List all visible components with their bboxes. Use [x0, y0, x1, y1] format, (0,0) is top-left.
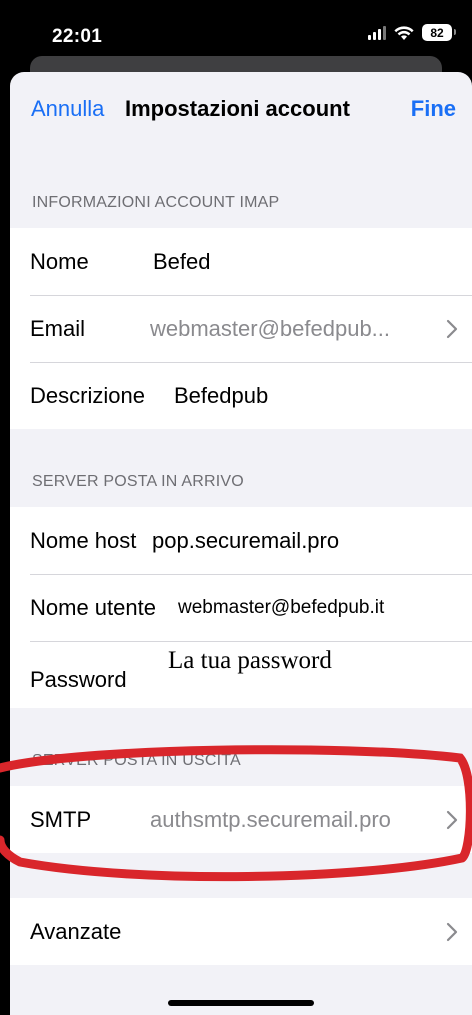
page-title: Impostazioni account — [125, 96, 350, 121]
battery-icon: 82 — [422, 24, 456, 41]
description-label: Descrizione — [30, 382, 145, 408]
cellular-signal-icon — [368, 25, 386, 40]
account-settings-sheet: Annulla Impostazioni account Fine INFORM… — [10, 72, 472, 1015]
email-row[interactable]: Email webmaster@befedpub... — [10, 295, 472, 362]
chevron-right-icon — [446, 319, 458, 338]
status-time: 22:01 — [52, 26, 103, 47]
host-value[interactable]: pop.securemail.pro — [152, 528, 339, 554]
email-label: Email — [30, 315, 86, 341]
description-value[interactable]: Befedpub — [174, 383, 268, 409]
wifi-icon — [394, 25, 414, 40]
username-row[interactable]: Nome utente webmaster@befedpub.it — [10, 574, 472, 641]
incoming-section-header: SERVER POSTA IN ARRIVO — [32, 473, 244, 490]
username-label: Nome utente — [30, 594, 156, 620]
name-value[interactable]: Befed — [153, 249, 211, 275]
host-row[interactable]: Nome host pop.securemail.pro — [10, 507, 472, 574]
description-row[interactable]: Descrizione Befedpub — [10, 362, 472, 429]
advanced-row[interactable]: Avanzate — [10, 898, 472, 965]
done-button[interactable]: Fine — [411, 96, 456, 122]
imap-section-header: INFORMAZIONI ACCOUNT IMAP — [32, 194, 280, 211]
host-label: Nome host — [30, 527, 137, 553]
outgoing-section-header: SERVER POSTA IN USCITA — [32, 752, 241, 769]
advanced-group: Avanzate — [10, 898, 472, 965]
email-value: webmaster@befedpub... — [150, 315, 391, 341]
password-label: Password — [30, 667, 127, 692]
incoming-server-group: Nome host pop.securemail.pro Nome utente… — [10, 507, 472, 708]
name-row[interactable]: Nome Befed — [10, 228, 472, 295]
advanced-label: Avanzate — [30, 918, 122, 944]
navigation-bar: Annulla Impostazioni account Fine — [10, 72, 472, 148]
status-icons: 82 — [368, 24, 456, 41]
password-row[interactable]: Password La tua password — [10, 641, 472, 708]
imap-account-group: Nome Befed Email webmaster@befedpub... D… — [10, 228, 472, 429]
smtp-value: authsmtp.securemail.pro — [150, 806, 391, 832]
cancel-button[interactable]: Annulla — [31, 96, 104, 122]
chevron-right-icon — [446, 810, 458, 829]
password-value[interactable]: La tua password — [168, 647, 332, 675]
chevron-right-icon — [446, 922, 458, 941]
smtp-label: SMTP — [30, 806, 92, 832]
name-label: Nome — [30, 248, 89, 274]
smtp-row[interactable]: SMTP authsmtp.securemail.pro — [10, 786, 472, 853]
username-value[interactable]: webmaster@befedpub.it — [178, 597, 384, 619]
home-indicator — [168, 1000, 314, 1006]
outgoing-server-group: SMTP authsmtp.securemail.pro — [10, 786, 472, 853]
